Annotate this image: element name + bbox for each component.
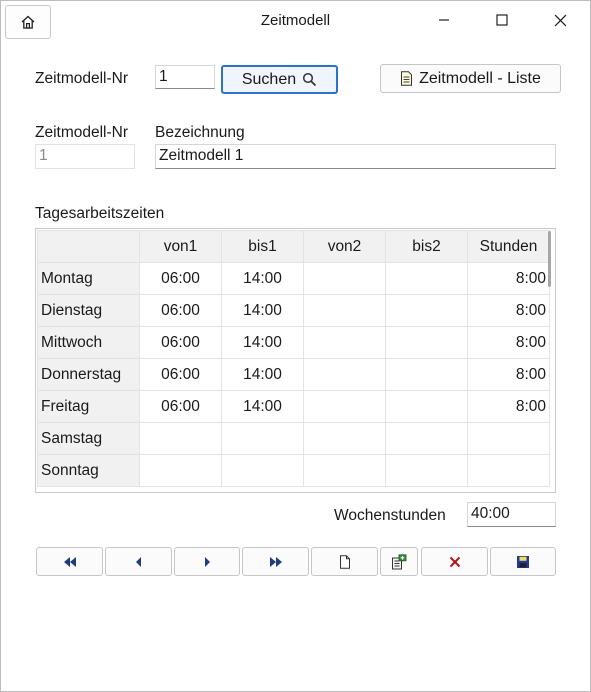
document-icon	[401, 71, 413, 86]
bezeichnung-label: Bezeichnung	[155, 124, 245, 141]
cell-von1[interactable]	[139, 454, 222, 487]
table-row: Freitag 06:00 14:00 8:00	[37, 390, 550, 423]
copy-record-icon	[392, 553, 407, 569]
zeitmodell-list-button[interactable]: Zeitmodell - Liste	[380, 64, 561, 93]
next-record-button[interactable]	[174, 547, 240, 576]
cell-stunden[interactable]	[467, 422, 550, 455]
search-button[interactable]: Suchen	[221, 65, 338, 94]
first-record-icon	[63, 556, 76, 567]
copy-record-button[interactable]	[380, 547, 418, 576]
cell-bis1[interactable]	[221, 422, 304, 455]
cell-von2[interactable]	[303, 262, 386, 295]
save-record-icon	[517, 555, 529, 568]
cell-von1[interactable]: 06:00	[139, 358, 222, 391]
grid-corner-header	[37, 230, 140, 263]
cell-von2[interactable]	[303, 454, 386, 487]
row-header-day: Freitag	[37, 390, 140, 423]
new-record-icon	[339, 554, 350, 569]
cell-bis2[interactable]	[385, 326, 468, 359]
table-row: Sonntag	[37, 454, 550, 487]
table-row: Donnerstag 06:00 14:00 8:00	[37, 358, 550, 391]
minimize-icon	[439, 19, 449, 21]
cell-bis2[interactable]	[385, 294, 468, 327]
row-header-day: Montag	[37, 262, 140, 295]
cell-von1[interactable]	[139, 422, 222, 455]
previous-record-button[interactable]	[105, 547, 172, 576]
grid-scrollbar[interactable]	[548, 231, 551, 287]
details-nr-field: 1	[35, 144, 135, 169]
maximize-button[interactable]	[479, 5, 525, 35]
column-header-bis1[interactable]: bis1	[221, 230, 304, 263]
cell-von1[interactable]: 06:00	[139, 326, 222, 359]
cell-von2[interactable]	[303, 390, 386, 423]
cell-stunden[interactable]: 8:00	[467, 262, 550, 295]
row-header-day: Sonntag	[37, 454, 140, 487]
bezeichnung-input[interactable]: Zeitmodell 1	[155, 144, 556, 169]
cell-bis2[interactable]	[385, 422, 468, 455]
cell-stunden[interactable]: 8:00	[467, 326, 550, 359]
delete-record-icon	[449, 556, 460, 567]
next-record-icon	[205, 556, 210, 567]
cell-stunden[interactable]: 8:00	[467, 390, 550, 423]
cell-von1[interactable]: 06:00	[139, 390, 222, 423]
details-nr-label: Zeitmodell-Nr	[35, 124, 129, 141]
last-record-button[interactable]	[242, 547, 309, 576]
title-bar: Zeitmodell	[1, 1, 590, 41]
column-header-von2[interactable]: von2	[303, 230, 386, 263]
previous-record-icon	[135, 556, 141, 567]
cell-bis1[interactable]: 14:00	[221, 358, 304, 391]
wochenstunden-field[interactable]: 40:00	[467, 502, 556, 527]
tagesarbeitszeiten-label: Tagesarbeitszeiten	[35, 205, 165, 222]
cell-stunden[interactable]: 8:00	[467, 358, 550, 391]
row-header-day: Donnerstag	[37, 358, 140, 391]
table-row: Samstag	[37, 422, 550, 455]
search-icon	[303, 72, 317, 87]
save-record-button[interactable]	[490, 547, 556, 576]
arbeitszeiten-table: von1 bis1 von2 bis2 Stunden Montag 06:00…	[37, 230, 550, 487]
first-record-button[interactable]	[36, 547, 103, 576]
zeitmodell-list-label: Zeitmodell - Liste	[419, 69, 541, 87]
cell-stunden[interactable]	[467, 454, 550, 487]
search-nr-label: Zeitmodell-Nr	[35, 70, 129, 87]
cell-von1[interactable]: 06:00	[139, 294, 222, 327]
cell-bis1[interactable]	[221, 454, 304, 487]
close-icon	[554, 14, 566, 26]
cell-von1[interactable]: 06:00	[139, 262, 222, 295]
table-row: Dienstag 06:00 14:00 8:00	[37, 294, 550, 327]
column-header-bis2[interactable]: bis2	[385, 230, 468, 263]
row-header-day: Mittwoch	[37, 326, 140, 359]
cell-bis2[interactable]	[385, 390, 468, 423]
new-record-button[interactable]	[311, 547, 378, 576]
row-header-day: Dienstag	[37, 294, 140, 327]
cell-von2[interactable]	[303, 422, 386, 455]
column-header-von1[interactable]: von1	[139, 230, 222, 263]
last-record-icon	[269, 556, 282, 567]
table-row: Montag 06:00 14:00 8:00	[37, 262, 550, 295]
cell-bis1[interactable]: 14:00	[221, 262, 304, 295]
grid-header-row: von1 bis1 von2 bis2 Stunden	[37, 230, 550, 263]
table-row: Mittwoch 06:00 14:00 8:00	[37, 326, 550, 359]
cell-stunden[interactable]: 8:00	[467, 294, 550, 327]
delete-record-button[interactable]	[421, 547, 488, 576]
close-button[interactable]	[537, 5, 583, 35]
search-button-label: Suchen	[241, 70, 297, 88]
tagesarbeitszeiten-grid[interactable]: von1 bis1 von2 bis2 Stunden Montag 06:00…	[35, 228, 556, 493]
wochenstunden-label: Wochenstunden	[334, 507, 446, 524]
cell-von2[interactable]	[303, 326, 386, 359]
row-header-day: Samstag	[37, 422, 140, 455]
cell-bis1[interactable]: 14:00	[221, 390, 304, 423]
column-header-stunden[interactable]: Stunden	[467, 230, 550, 263]
minimize-button[interactable]	[421, 5, 467, 35]
cell-bis2[interactable]	[385, 454, 468, 487]
cell-bis1[interactable]: 14:00	[221, 294, 304, 327]
cell-von2[interactable]	[303, 294, 386, 327]
cell-von2[interactable]	[303, 358, 386, 391]
zeitmodell-window: Zeitmodell Zeitmodell-Nr 1 Suchen Zeitmo…	[0, 0, 591, 692]
cell-bis2[interactable]	[385, 358, 468, 391]
cell-bis2[interactable]	[385, 262, 468, 295]
maximize-icon	[496, 14, 508, 26]
cell-bis1[interactable]: 14:00	[221, 326, 304, 359]
search-nr-input[interactable]: 1	[155, 65, 215, 89]
